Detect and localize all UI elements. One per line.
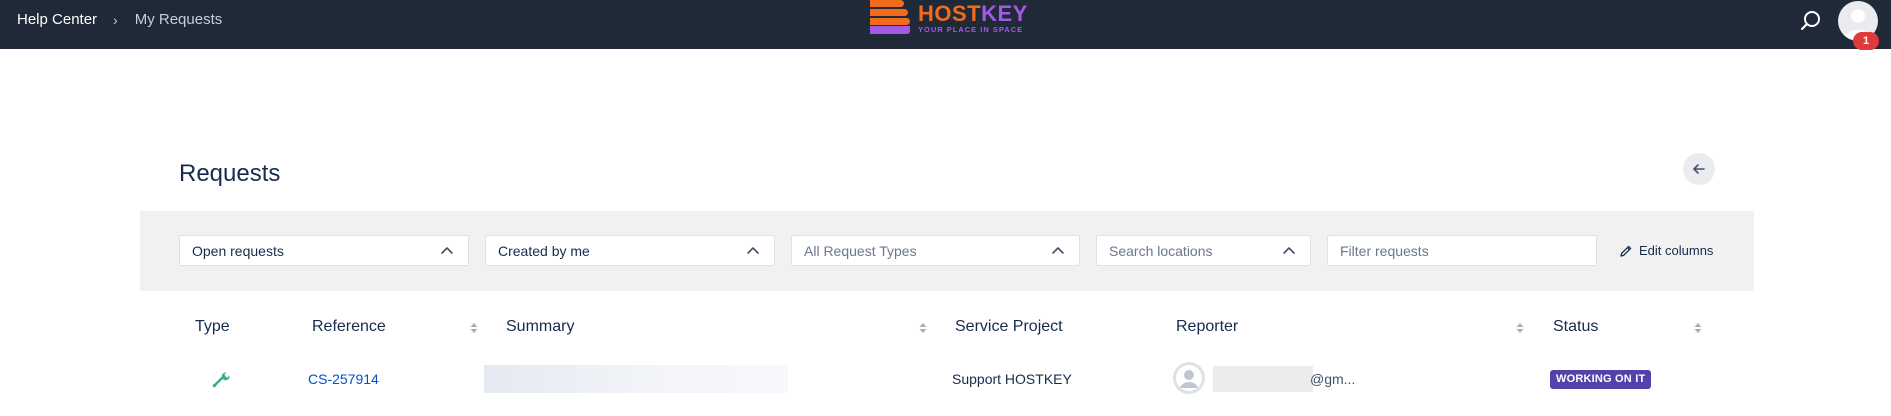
created-by-select[interactable]: Created by me: [485, 235, 775, 266]
reporter-name-redacted: [1213, 366, 1313, 392]
column-header-status[interactable]: Status: [1553, 318, 1598, 336]
arrow-left-icon: [1693, 164, 1705, 174]
back-button[interactable]: [1683, 153, 1715, 185]
breadcrumb: Help Center › My Requests: [17, 0, 222, 39]
edit-columns-label: Edit columns: [1639, 243, 1714, 258]
hostkey-logo[interactable]: HOSTKEY YOUR PLACE IN SPACE: [870, 0, 1028, 34]
logo-tagline: YOUR PLACE IN SPACE: [918, 25, 1024, 34]
breadcrumb-my-requests-link[interactable]: My Requests: [135, 11, 223, 28]
search-icon[interactable]: [1798, 8, 1824, 34]
wrench-icon: [212, 372, 230, 388]
request-types-placeholder: All Request Types: [804, 242, 917, 259]
sort-icon[interactable]: [1515, 321, 1525, 335]
notification-badge[interactable]: 1: [1853, 32, 1879, 50]
request-status-select[interactable]: Open requests: [179, 235, 469, 266]
status-badge: WORKING ON IT: [1550, 370, 1652, 389]
column-header-reference[interactable]: Reference: [312, 318, 386, 336]
locations-select[interactable]: Search locations: [1096, 235, 1311, 266]
column-header-type: Type: [195, 318, 230, 335]
locations-placeholder: Search locations: [1109, 242, 1213, 259]
sort-icon[interactable]: [469, 321, 479, 335]
chevron-up-icon: [1283, 247, 1295, 254]
reporter-email-value: @gm...: [1310, 371, 1356, 387]
column-header-summary[interactable]: Summary: [506, 318, 574, 336]
logo-wordmark: HOSTKEY: [918, 1, 1028, 26]
request-types-select[interactable]: All Request Types: [791, 235, 1080, 266]
chevron-up-icon: [441, 247, 453, 254]
request-reference-link[interactable]: CS-257914: [308, 371, 379, 387]
service-project-value: Support HOSTKEY: [952, 371, 1072, 387]
summary-redacted[interactable]: [484, 365, 788, 393]
column-header-service-project: Service Project: [955, 318, 1063, 335]
hostkey-logo-mark-icon: [870, 0, 910, 34]
chevron-up-icon: [747, 247, 759, 254]
sort-icon[interactable]: [1693, 321, 1703, 335]
reporter-avatar-icon: [1173, 362, 1205, 394]
sort-icon[interactable]: [918, 321, 928, 335]
breadcrumb-help-center-link[interactable]: Help Center: [17, 11, 97, 28]
filter-requests-input[interactable]: [1327, 235, 1597, 266]
page-title: Requests: [179, 160, 281, 187]
chevron-up-icon: [1052, 247, 1064, 254]
created-by-value: Created by me: [498, 242, 590, 259]
pencil-icon: [1620, 245, 1632, 257]
top-navigation-bar: Help Center › My Requests HOSTKEY YOUR P…: [0, 0, 1891, 50]
column-header-reporter[interactable]: Reporter: [1176, 318, 1238, 336]
breadcrumb-separator: ›: [113, 11, 118, 28]
edit-columns-button[interactable]: Edit columns: [1619, 243, 1713, 258]
request-status-value: Open requests: [192, 242, 284, 259]
